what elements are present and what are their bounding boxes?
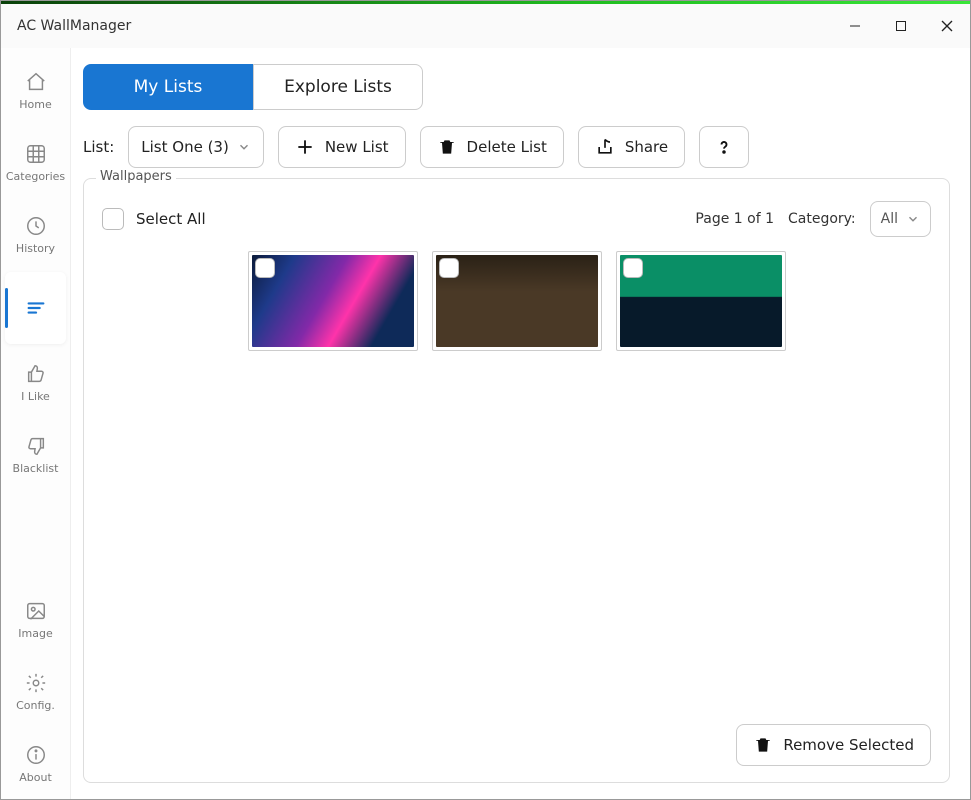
chevron-down-icon	[906, 212, 920, 226]
category-label: Category:	[788, 211, 856, 227]
sidebar-item-image[interactable]: Image	[1, 583, 70, 655]
wallpapers-panel: Wallpapers Select All Page 1 of 1 Catego…	[83, 178, 950, 783]
image-icon	[24, 599, 48, 623]
list-dropdown-value: List One (3)	[141, 138, 229, 156]
button-label: New List	[325, 138, 389, 156]
minimize-button[interactable]	[832, 5, 878, 47]
button-label: Share	[625, 138, 668, 156]
thumbnail-checkbox[interactable]	[255, 258, 275, 278]
toolbar: List: List One (3) New List Delete List …	[83, 126, 950, 168]
sidebar-item-config[interactable]: Config.	[1, 655, 70, 727]
chevron-down-icon	[237, 140, 251, 154]
tab-my-lists[interactable]: My Lists	[83, 64, 253, 110]
thumbnail-image	[252, 255, 414, 347]
thumbnail-checkbox[interactable]	[623, 258, 643, 278]
sidebar-item-lists[interactable]	[5, 272, 66, 344]
sidebar-item-blacklist[interactable]: Blacklist	[1, 418, 70, 490]
thumbnail-image	[620, 255, 782, 347]
help-icon	[714, 137, 734, 157]
remove-selected-button[interactable]: Remove Selected	[736, 724, 931, 766]
sidebar-item-history[interactable]: History	[1, 198, 70, 270]
select-all-checkbox[interactable]	[102, 208, 124, 230]
sidebar-spacer	[1, 490, 70, 583]
panel-legend: Wallpapers	[96, 169, 176, 184]
panel-footer: Remove Selected	[102, 724, 931, 766]
gear-icon	[24, 671, 48, 695]
maximize-button[interactable]	[878, 5, 924, 47]
sidebar-item-ilike[interactable]: I Like	[1, 346, 70, 418]
help-button[interactable]	[699, 126, 749, 168]
sidebar-item-home[interactable]: Home	[1, 54, 70, 126]
main-content: My Lists Explore Lists List: List One (3…	[71, 48, 970, 799]
gallery	[102, 251, 931, 351]
thumbs-down-icon	[24, 434, 48, 458]
wallpaper-thumbnail[interactable]	[432, 251, 602, 351]
panel-meta: Page 1 of 1 Category: All	[695, 201, 931, 237]
window-controls	[832, 5, 970, 47]
app-window: AC WallManager Home Categories	[0, 0, 971, 800]
button-label: Remove Selected	[783, 736, 914, 754]
panel-top-row: Select All Page 1 of 1 Category: All	[102, 201, 931, 237]
category-dropdown-value: All	[881, 211, 898, 227]
home-icon	[24, 70, 48, 94]
minimize-icon	[849, 17, 861, 36]
tabs: My Lists Explore Lists	[83, 64, 950, 110]
sidebar-item-label: History	[16, 242, 55, 255]
category-dropdown[interactable]: All	[870, 201, 931, 237]
sidebar-item-about[interactable]: About	[1, 727, 70, 799]
sidebar-item-label: I Like	[21, 390, 50, 403]
select-all-wrap: Select All	[102, 208, 206, 230]
close-button[interactable]	[924, 5, 970, 47]
page-indicator: Page 1 of 1	[695, 211, 774, 227]
tab-explore-lists[interactable]: Explore Lists	[253, 64, 423, 110]
sidebar-item-label: Categories	[6, 170, 65, 183]
trash-icon	[437, 137, 457, 157]
sidebar: Home Categories History I Like Blacklist	[1, 48, 71, 799]
sidebar-item-label: Blacklist	[13, 462, 59, 475]
list-label: List:	[83, 138, 114, 156]
grid-icon	[24, 142, 48, 166]
wallpaper-thumbnail[interactable]	[248, 251, 418, 351]
wallpaper-thumbnail[interactable]	[616, 251, 786, 351]
sidebar-item-categories[interactable]: Categories	[1, 126, 70, 198]
trash-icon	[753, 735, 773, 755]
titlebar: AC WallManager	[1, 4, 970, 48]
sidebar-item-label: Config.	[16, 699, 55, 712]
select-all-label: Select All	[136, 210, 206, 228]
app-body: Home Categories History I Like Blacklist	[1, 48, 970, 799]
share-button[interactable]: Share	[578, 126, 685, 168]
sidebar-item-label: Image	[18, 627, 52, 640]
button-label: Delete List	[467, 138, 547, 156]
maximize-icon	[895, 17, 907, 36]
info-icon	[24, 743, 48, 767]
sidebar-item-label: About	[19, 771, 52, 784]
list-dropdown[interactable]: List One (3)	[128, 126, 264, 168]
window-title: AC WallManager	[17, 18, 131, 34]
thumbnail-image	[436, 255, 598, 347]
delete-list-button[interactable]: Delete List	[420, 126, 564, 168]
thumbnail-checkbox[interactable]	[439, 258, 459, 278]
thumbs-up-icon	[24, 362, 48, 386]
share-icon	[595, 137, 615, 157]
sidebar-item-label: Home	[19, 98, 51, 111]
plus-icon	[295, 137, 315, 157]
list-icon	[24, 296, 48, 320]
close-icon	[941, 17, 953, 36]
history-icon	[24, 214, 48, 238]
new-list-button[interactable]: New List	[278, 126, 406, 168]
